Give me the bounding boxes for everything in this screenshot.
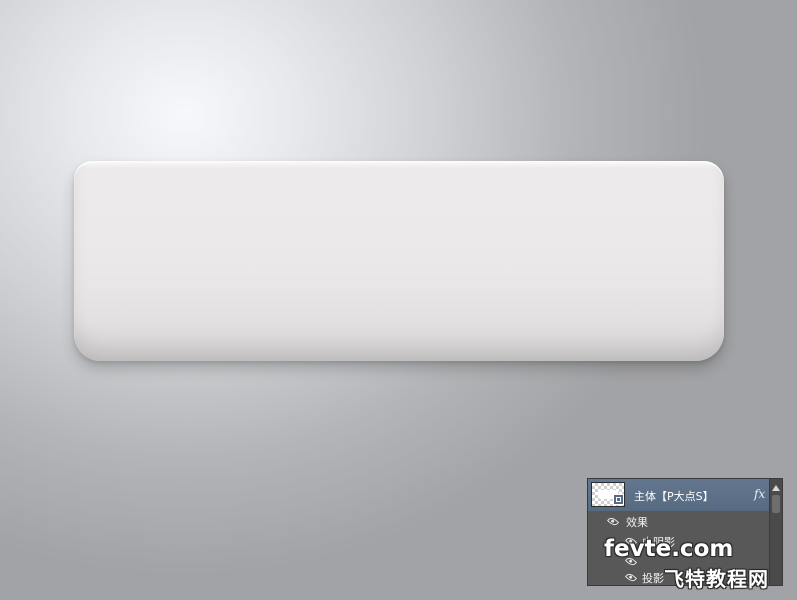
effect-row-inner-shadow[interactable]: 内阴影 [588, 532, 770, 551]
effect-label-inner-shadow: 内阴影 [642, 536, 675, 549]
scroll-thumb[interactable] [772, 495, 780, 513]
layers-scrollbar[interactable] [769, 479, 782, 585]
scroll-up-arrow-icon[interactable] [772, 485, 780, 491]
layers-panel: 主体【P大点S】 fx 效果 内阴影 投影 [587, 478, 783, 586]
ac-body-panel [74, 161, 724, 361]
effects-group-label: 效果 [626, 516, 648, 529]
layer-mask-link-icon [613, 494, 624, 505]
effects-group-row[interactable]: 效果 [588, 512, 770, 531]
eye-icon[interactable] [624, 535, 638, 548]
ac-body-top-highlight [84, 163, 714, 169]
fx-icon[interactable]: fx [754, 487, 765, 501]
eye-icon[interactable] [606, 515, 620, 528]
layer-row-main-body[interactable]: 主体【P大点S】 fx [588, 479, 770, 511]
eye-icon[interactable] [624, 571, 638, 584]
effect-row-drop-shadow[interactable]: 投影 [588, 568, 770, 585]
effect-label-drop-shadow: 投影 [642, 572, 664, 585]
eye-icon[interactable] [624, 555, 638, 568]
layer-name[interactable]: 主体【P大点S】 [634, 488, 714, 504]
